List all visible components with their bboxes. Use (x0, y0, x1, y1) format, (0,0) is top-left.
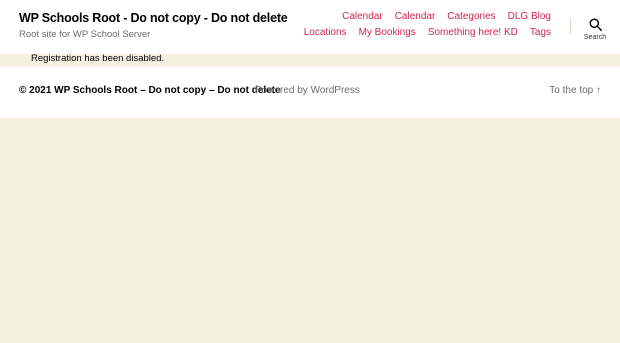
nav-item-categories[interactable]: Categories (447, 12, 495, 22)
primary-nav: Calendar Calendar Categories DLG Blog Lo… (291, 12, 551, 38)
nav-item-locations[interactable]: Locations (304, 28, 347, 38)
registration-notice: Registration has been disabled. (31, 53, 165, 64)
footer-copyright[interactable]: © 2021 WP Schools Root – Do not copy – D… (19, 85, 281, 96)
nav-item-my-bookings[interactable]: My Bookings (359, 28, 416, 38)
search-icon (588, 18, 602, 31)
nav-item-calendar-2[interactable]: Calendar (395, 12, 436, 22)
nav-item-something-here[interactable]: Something here! KD (428, 28, 518, 38)
to-the-top-link[interactable]: To the top ↑ (549, 85, 601, 96)
powered-by-link[interactable]: Powered by WordPress (255, 85, 360, 96)
nav-item-calendar[interactable]: Calendar (342, 12, 383, 22)
site-header: WP Schools Root - Do not copy - Do not d… (0, 0, 620, 54)
search-label: Search (583, 34, 607, 41)
site-description: Root site for WP School Server (19, 29, 151, 40)
header-divider (570, 18, 571, 34)
nav-item-dlg-blog[interactable]: DLG Blog (508, 12, 551, 22)
nav-item-tags[interactable]: Tags (530, 28, 551, 38)
site-footer: © 2021 WP Schools Root – Do not copy – D… (0, 67, 620, 118)
search-button[interactable]: Search (580, 18, 610, 46)
site-title[interactable]: WP Schools Root - Do not copy - Do not d… (19, 11, 288, 25)
